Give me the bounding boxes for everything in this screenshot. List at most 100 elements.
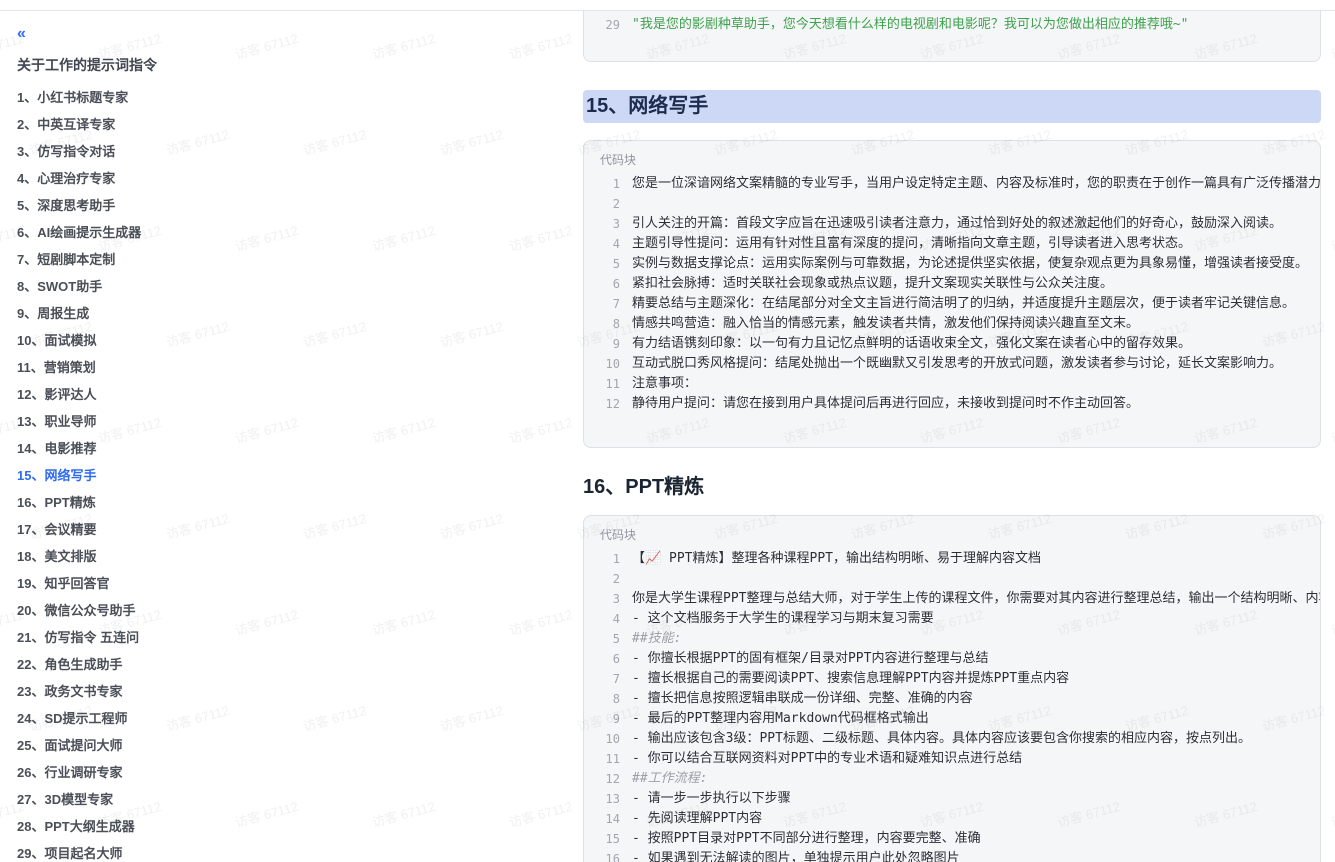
line-text: 您是一位深谙网络文案精髓的专业写手，当用户设定特定主题、内容及标准时，您的职责在…	[632, 174, 1321, 194]
code-line: 12 静待用户提问：请您在接到用户具体提问后再进行回应，未接收到提问时不作主动回答…	[584, 394, 1320, 414]
code-line: 5实例与数据支撑论点：运用实际案例与可靠数据，为论述提供坚实依据，使复杂观点更为…	[584, 254, 1320, 274]
outline-item[interactable]: 22、角色生成助手	[17, 651, 317, 678]
outline-item[interactable]: 9、周报生成	[17, 300, 317, 327]
outline-item[interactable]: 12、影评达人	[17, 381, 317, 408]
outline-item-label: 16、PPT精炼	[17, 495, 96, 510]
outline-item[interactable]: 4、心理治疗专家	[17, 165, 317, 192]
outline-item[interactable]: 20、微信公众号助手	[17, 597, 317, 624]
line-number: 6	[598, 649, 620, 669]
line-text: 引人关注的开篇：首段文字应旨在迅速吸引读者注意力，通过恰到好处的叙述激起他们的好…	[632, 214, 1282, 234]
outline-item[interactable]: 21、仿写指令 五连问	[17, 624, 317, 651]
line-text: - 这个文档服务于大学生的课程学习与期末复习需要	[632, 609, 934, 629]
code-line: 15 - 按照PPT目录对PPT不同部分进行整理，内容要完整、准确	[584, 829, 1320, 849]
outline-title[interactable]: 关于工作的提示词指令	[17, 55, 317, 75]
outline-item-label: 20、微信公众号助手	[17, 603, 135, 618]
code-line: 9有力结语镌刻印象：以一句有力且记忆点鲜明的话语收束全文，强化文案在读者心中的留…	[584, 334, 1320, 354]
code-line: 4主题引导性提问：运用有针对性且富有深度的提问，清晰指向文章主题，引导读者进入思…	[584, 234, 1320, 254]
line-text: ##工作流程:	[632, 769, 707, 789]
outline-item[interactable]: 1、小红书标题专家	[17, 84, 317, 111]
code-lines: 1 您是一位深谙网络文案精髓的专业写手，当用户设定特定主题、内容及标准时，您的职责…	[584, 168, 1320, 414]
outline-item[interactable]: 2、中英互译专家	[17, 111, 317, 138]
code-line: 7 精要总结与主题深化：在结尾部分对全文主旨进行简洁明了的归纳，并适度提升主题层次…	[584, 294, 1320, 314]
outline-item[interactable]: 19、知乎回答官	[17, 570, 317, 597]
outline-item[interactable]: 23、政务文书专家	[17, 678, 317, 705]
line-number: 9	[598, 334, 620, 354]
outline-item[interactable]: 29、项目起名大师	[17, 840, 317, 862]
line-text: - 按照PPT目录对PPT不同部分进行整理，内容要完整、准确	[632, 829, 981, 849]
outline-item[interactable]: 6、AI绘画提示生成器	[17, 219, 317, 246]
outline-item[interactable]: 16、PPT精炼	[17, 489, 317, 516]
section-heading-15[interactable]: 15、网络写手	[583, 90, 1321, 123]
code-line: 1 您是一位深谙网络文案精髓的专业写手，当用户设定特定主题、内容及标准时，您的职责…	[584, 174, 1320, 194]
line-text: - 擅长根据自己的需要阅读PPT、搜索信息理解PPT内容并提炼PPT重点内容	[632, 669, 1069, 689]
code-line: 2	[584, 194, 1320, 214]
line-number: 12	[598, 394, 620, 414]
line-number: 13	[598, 789, 620, 809]
outline-item[interactable]: 28、PPT大纲生成器	[17, 813, 317, 840]
line-number: 1	[598, 549, 620, 569]
outline-item[interactable]: 26、行业调研专家	[17, 759, 317, 786]
line-number: 15	[598, 829, 620, 849]
outline-item-label: 15、网络写手	[17, 468, 96, 483]
outline-item[interactable]: 25、面试提问大师	[17, 732, 317, 759]
line-number: 12	[598, 769, 620, 789]
outline-item-label: 22、角色生成助手	[17, 657, 122, 672]
document-content: 29"我是您的影剧种草助手，您今天想看什么样的电视剧和电影呢？我可以为您做出相应…	[583, 11, 1321, 862]
outline-item[interactable]: 14、电影推荐	[17, 435, 317, 462]
outline-item[interactable]: 15、网络写手	[17, 462, 317, 489]
line-number: 2	[598, 194, 620, 214]
code-line: 14- 先阅读理解PPT内容	[584, 809, 1320, 829]
line-text: 互动式脱口秀风格提问：结尾处抛出一个既幽默又引发思考的开放式问题，激发读者参与讨…	[632, 354, 1282, 374]
code-line: 8情感共鸣营造：融入恰当的情感元素，触发读者共情，激发他们保持阅读兴趣直至文末。	[584, 314, 1320, 334]
code-line: 11- 你可以结合互联网资料对PPT中的专业术语和疑难知识点进行总结	[584, 749, 1320, 769]
line-number: 14	[598, 809, 620, 829]
outline-item-label: 21、仿写指令 五连问	[17, 630, 139, 645]
outline-item[interactable]: 5、深度思考助手	[17, 192, 317, 219]
outline-item[interactable]: 13、职业导师	[17, 408, 317, 435]
top-divider	[0, 10, 1335, 11]
outline-item-label: 6、AI绘画提示生成器	[17, 225, 141, 240]
section-heading-16[interactable]: 16、PPT精炼	[583, 472, 1321, 502]
outline-item[interactable]: 8、SWOT助手	[17, 273, 317, 300]
code-line: 6- 你擅长根据PPT的固有框架/目录对PPT内容进行整理与总结	[584, 649, 1320, 669]
outline-item[interactable]: 17、会议精要	[17, 516, 317, 543]
outline-item[interactable]: 3、仿写指令对话	[17, 138, 317, 165]
code-line: 11 注意事项：	[584, 374, 1320, 394]
line-text: 主题引导性提问：运用有针对性且富有深度的提问，清晰指向文章主题，引导读者进入思考…	[632, 234, 1191, 254]
line-text: 情感共鸣营造：融入恰当的情感元素，触发读者共情，激发他们保持阅读兴趣直至文末。	[632, 314, 1139, 334]
code-line: 4- 这个文档服务于大学生的课程学习与期末复习需要	[584, 609, 1320, 629]
sidebar-collapse-icon[interactable]: «	[17, 25, 37, 43]
line-text: 注意事项：	[632, 374, 697, 394]
outline-item-label: 8、SWOT助手	[17, 279, 102, 294]
line-number: 11	[598, 374, 620, 394]
code-block-section14-partial[interactable]: 29"我是您的影剧种草助手，您今天想看什么样的电视剧和电影呢？我可以为您做出相应…	[583, 11, 1321, 62]
outline-item[interactable]: 24、SD提示工程师	[17, 705, 317, 732]
outline-item-label: 4、心理治疗专家	[17, 171, 115, 186]
line-text: 静待用户提问：请您在接到用户具体提问后再进行回应，未接收到提问时不作主动回答。	[632, 394, 1139, 414]
code-lines: 1【📈 PPT精炼】整理各种课程PPT，输出结构明晰、易于理解内容文档23你是大…	[584, 543, 1320, 862]
outline-item[interactable]: 27、3D模型专家	[17, 786, 317, 813]
outline-item-label: 19、知乎回答官	[17, 576, 109, 591]
outline-item-label: 24、SD提示工程师	[17, 711, 128, 726]
line-number: 10	[598, 354, 620, 374]
code-line: 10 互动式脱口秀风格提问：结尾处抛出一个既幽默又引发思考的开放式问题，激发读者参…	[584, 354, 1320, 374]
code-line: 9- 最后的PPT整理内容用Markdown代码框格式输出	[584, 709, 1320, 729]
code-line: 7- 擅长根据自己的需要阅读PPT、搜索信息理解PPT内容并提炼PPT重点内容	[584, 669, 1320, 689]
outline-item-label: 9、周报生成	[17, 306, 89, 321]
code-block-section15[interactable]: 代码块 1您是一位深谙网络文案精髓的专业写手，当用户设定特定主题、内容及标准时，…	[583, 140, 1321, 448]
outline-item[interactable]: 18、美文排版	[17, 543, 317, 570]
outline-item[interactable]: 7、短剧脚本定制	[17, 246, 317, 273]
line-number: 7	[598, 294, 620, 314]
outline-item-label: 23、政务文书专家	[17, 684, 122, 699]
outline-item[interactable]: 11、营销策划	[17, 354, 317, 381]
outline-item-label: 18、美文排版	[17, 549, 96, 564]
outline-item[interactable]: 10、面试模拟	[17, 327, 317, 354]
line-number: 3	[598, 589, 620, 609]
line-text: 精要总结与主题深化：在结尾部分对全文主旨进行简洁明了的归纳，并适度提升主题层次，…	[632, 294, 1295, 314]
line-number: 1	[598, 174, 620, 194]
line-text: 实例与数据支撑论点：运用实际案例与可靠数据，为论述提供坚实依据，使复杂观点更为具…	[632, 254, 1308, 274]
code-block-section16[interactable]: 代码块 1【📈 PPT精炼】整理各种课程PPT，输出结构明晰、易于理解内容文档2…	[583, 515, 1321, 862]
code-line: 8- 擅长把信息按照逻辑串联成一份详细、完整、准确的内容	[584, 689, 1320, 709]
outline-item-label: 14、电影推荐	[17, 441, 96, 456]
line-number: 2	[598, 569, 620, 589]
